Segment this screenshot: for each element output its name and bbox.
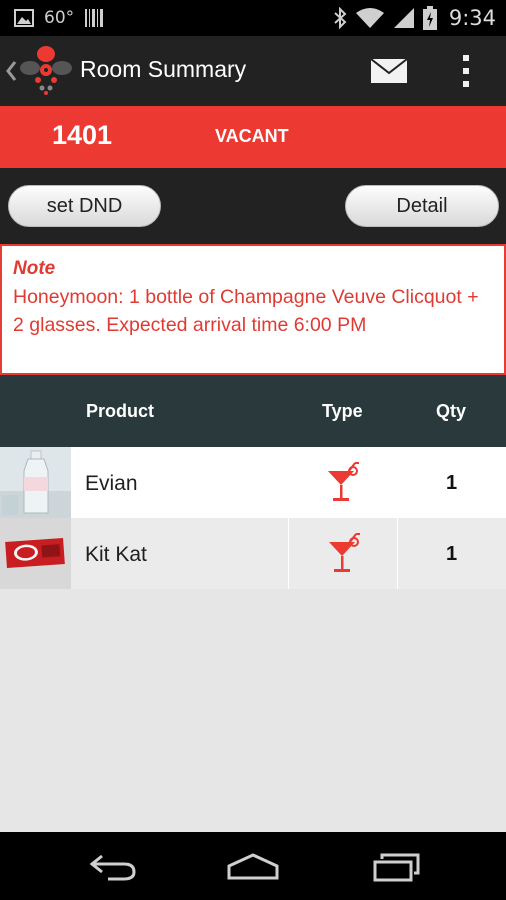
nav-recents-icon[interactable] xyxy=(372,852,422,882)
room-status: VACANT xyxy=(215,126,289,146)
note-title: Note xyxy=(13,258,56,279)
table-row[interactable]: Kit Kat 1 xyxy=(0,518,506,589)
clock: 9:34 xyxy=(448,6,496,30)
action-bar: Room Summary xyxy=(0,36,506,106)
room-number: 1401 xyxy=(52,120,113,150)
product-qty: 1 xyxy=(446,472,458,494)
nav-home-icon[interactable] xyxy=(226,852,280,882)
column-header-type: Type xyxy=(322,401,363,421)
bluetooth-icon xyxy=(334,7,347,29)
temperature-text: 60° xyxy=(44,8,75,28)
column-header-qty: Qty xyxy=(436,401,467,421)
signal-icon xyxy=(393,8,414,28)
product-list: Evian 1 Kit Kat 1 xyxy=(0,447,506,589)
room-banner: 1401 VACANT xyxy=(0,106,506,168)
chocolate-bar-image xyxy=(0,518,71,589)
status-bar: 60° 9:34 xyxy=(0,0,506,36)
water-bottle-image xyxy=(0,447,71,518)
cocktail-icon xyxy=(328,462,359,501)
page-title: Room Summary xyxy=(80,56,247,82)
note-body: Honeymoon: 1 bottle of Champagne Veuve C… xyxy=(13,286,479,336)
back-chevron-icon[interactable] xyxy=(4,58,18,84)
nav-back-icon[interactable] xyxy=(88,852,138,882)
set-dnd-button[interactable]: set DND xyxy=(8,185,161,227)
type-cell xyxy=(288,447,398,518)
product-name: Kit Kat xyxy=(85,543,147,566)
table-header: Product Type Qty xyxy=(0,375,506,447)
action-buttons-row: set DND Detail xyxy=(0,168,506,244)
cocktail-icon xyxy=(329,533,360,572)
detail-button[interactable]: Detail xyxy=(345,185,499,227)
app-logo[interactable] xyxy=(18,44,74,98)
image-icon xyxy=(14,9,34,27)
overflow-menu-icon[interactable] xyxy=(456,52,476,90)
table-row[interactable]: Evian 1 xyxy=(0,447,506,518)
type-cell xyxy=(288,518,398,589)
note-box: Note Honeymoon: 1 bottle of Champagne Ve… xyxy=(0,244,506,375)
column-header-product: Product xyxy=(86,401,155,421)
product-name: Evian xyxy=(85,472,138,495)
battery-icon xyxy=(422,6,437,30)
product-qty: 1 xyxy=(446,543,458,565)
wifi-icon xyxy=(355,8,384,28)
system-nav-bar xyxy=(0,832,506,900)
barcode-icon xyxy=(85,9,104,27)
mail-icon[interactable] xyxy=(370,58,408,84)
